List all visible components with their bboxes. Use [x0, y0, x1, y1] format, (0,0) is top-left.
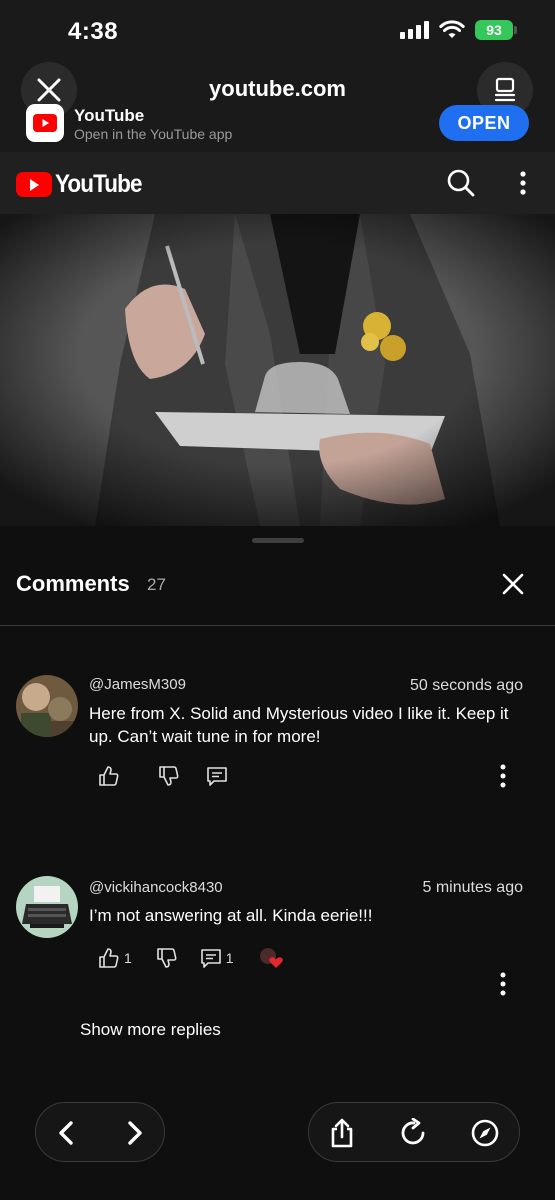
show-more-replies-button[interactable]: Show more replies [80, 1020, 221, 1040]
battery-level: 93 [486, 22, 502, 38]
youtube-play-icon [16, 172, 52, 197]
reload-icon [401, 1118, 425, 1145]
close-icon[interactable] [501, 572, 525, 596]
cellular-signal-icon [400, 21, 429, 39]
chevron-left-icon [59, 1121, 73, 1145]
comment-actions [98, 764, 232, 788]
wifi-icon [439, 20, 465, 38]
reload-button[interactable] [398, 1117, 430, 1149]
avatar[interactable] [16, 675, 78, 737]
youtube-app-icon [26, 104, 64, 142]
app-banner-subtitle: Open in the YouTube app [74, 126, 233, 142]
chevron-right-icon [128, 1121, 142, 1145]
drag-handle[interactable] [252, 538, 304, 543]
avatar[interactable] [16, 876, 78, 938]
thumb-up-icon [99, 948, 119, 968]
compass-button[interactable] [469, 1117, 501, 1149]
video-player[interactable] [0, 214, 555, 526]
divider [0, 625, 555, 626]
status-time: 4:38 [68, 18, 119, 45]
comments-count: 27 [147, 575, 166, 594]
comment-timestamp: 50 seconds ago [410, 677, 523, 694]
thumb-down-icon [156, 948, 177, 968]
thumb-down-icon [159, 766, 179, 786]
battery-icon: 93 [475, 20, 517, 40]
comments-panel: Comments 27 @JamesM309 50 seconds ago He… [0, 526, 555, 1200]
reply-button[interactable]: 1 [200, 947, 234, 969]
search-icon[interactable] [446, 168, 476, 198]
comment-text: Here from X. Solid and Mysterious video … [89, 704, 509, 746]
share-icon [331, 1118, 353, 1148]
reply-button[interactable] [206, 765, 232, 787]
comment-text: I’m not answering at all. Kinda eerie!!! [89, 906, 373, 925]
navigation-pill [35, 1102, 165, 1162]
status-icons: 93 [400, 20, 517, 40]
back-button[interactable] [50, 1117, 82, 1149]
share-button[interactable] [326, 1117, 358, 1149]
like-count: 1 [124, 950, 132, 966]
app-banner-title: YouTube [74, 106, 145, 125]
more-vert-icon[interactable] [496, 972, 510, 996]
like-button[interactable] [98, 765, 124, 787]
dislike-button[interactable] [158, 765, 180, 787]
comments-title: Comments [16, 571, 130, 596]
youtube-header: YouTube [0, 152, 555, 214]
thumb-up-icon [99, 766, 119, 786]
comment-actions: 1 1 [98, 946, 286, 970]
compass-icon [471, 1119, 499, 1147]
tabs-icon [494, 77, 516, 102]
creator-heart-icon [259, 948, 283, 968]
comment-timestamp: 5 minutes ago [422, 879, 523, 896]
actions-pill [308, 1102, 520, 1162]
youtube-logo[interactable]: YouTube [16, 170, 151, 199]
video-frame [0, 214, 555, 526]
more-vert-icon[interactable] [496, 764, 510, 788]
more-vert-icon[interactable] [514, 170, 532, 196]
open-app-button[interactable]: OPEN [439, 105, 529, 141]
status-bar: 4:38 93 [0, 0, 555, 60]
reply-count: 1 [225, 950, 234, 966]
browser-header: youtube.com YouTube Open in the YouTube … [0, 60, 555, 152]
url-text[interactable]: youtube.com [0, 76, 555, 102]
reply-icon [200, 949, 221, 968]
comment-author[interactable]: @vickihancock8430 [89, 879, 223, 896]
dislike-button[interactable] [156, 947, 178, 969]
youtube-wordmark: YouTube [55, 170, 143, 198]
comment-author[interactable]: @JamesM309 [89, 676, 186, 693]
like-button[interactable]: 1 [98, 947, 132, 969]
creator-heart-badge [258, 946, 286, 970]
youtube-play-icon [33, 114, 57, 132]
forward-button[interactable] [119, 1117, 151, 1149]
reply-icon [207, 767, 227, 786]
